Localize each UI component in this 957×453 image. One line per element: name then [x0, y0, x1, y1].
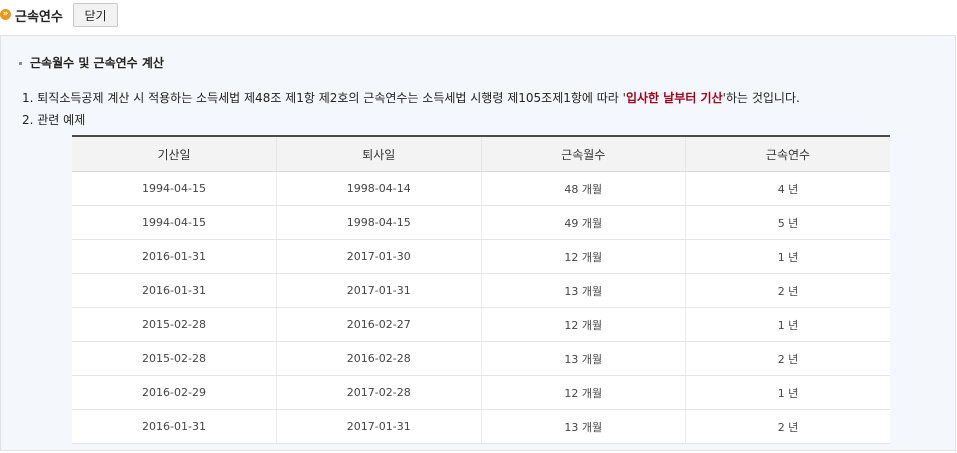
table-row: 2016-01-31 2017-01-30 12 개월 1 년: [72, 239, 890, 274]
table-row: 1994-04-15 1998-04-15 49 개월 5 년: [72, 205, 890, 240]
column-header-start-date: 기산일: [72, 135, 277, 172]
cell-months: 13 개월: [480, 341, 686, 376]
cell-start-date: 2015-02-28: [72, 341, 277, 376]
cell-years: 2 년: [685, 273, 890, 308]
cell-start-date: 1994-04-15: [72, 205, 277, 240]
section-title: 근속월수 및 근속연수 계산: [19, 54, 164, 71]
cell-years: 4 년: [685, 171, 890, 206]
table-row: 2016-02-29 2017-02-28 12 개월 1 년: [72, 375, 890, 410]
cell-end-date: 2017-01-31: [276, 409, 481, 444]
example-table: 기산일 퇴사일 근속월수 근속연수 1994-04-15 1998-04-14 …: [72, 135, 890, 444]
cell-end-date: 2017-01-31: [276, 273, 481, 308]
cell-months: 13 개월: [480, 409, 686, 444]
cell-start-date: 2016-01-31: [72, 409, 277, 444]
section-title-text: 근속월수 및 근속연수 계산: [30, 56, 164, 70]
double-chevron-right-icon: »: [0, 9, 11, 20]
description-line-2: 2. 관련 예제: [22, 113, 86, 127]
cell-start-date: 2016-01-31: [72, 273, 277, 308]
description-line-1: 1. 퇴직소득공제 계산 시 적용하는 소득세법 제48조 제1항 제2호의 근…: [22, 89, 800, 106]
column-header-years: 근속연수: [685, 135, 890, 172]
cell-end-date: 2017-01-30: [276, 239, 481, 274]
cell-months: 13 개월: [480, 273, 686, 308]
cell-months: 12 개월: [480, 375, 686, 410]
cell-months: 12 개월: [480, 307, 686, 342]
table-header-row: 기산일 퇴사일 근속월수 근속연수: [72, 135, 890, 172]
top-bar: » 근속연수 닫기: [0, 0, 957, 34]
description-text-end: '하는 것입니다.: [722, 91, 800, 105]
close-button[interactable]: 닫기: [73, 3, 118, 27]
cell-months: 49 개월: [480, 205, 686, 240]
description-text: 1. 퇴직소득공제 계산 시 적용하는 소득세법 제48조 제1항 제2호의 근…: [22, 91, 626, 105]
content-panel: 근속월수 및 근속연수 계산 1. 퇴직소득공제 계산 시 적용하는 소득세법 …: [0, 35, 956, 451]
table-row: 2015-02-28 2016-02-28 13 개월 2 년: [72, 341, 890, 376]
cell-end-date: 1998-04-15: [276, 205, 481, 240]
page-title: 근속연수: [15, 10, 63, 25]
cell-start-date: 2015-02-28: [72, 307, 277, 342]
cell-end-date: 2017-02-28: [276, 375, 481, 410]
cell-end-date: 2016-02-27: [276, 307, 481, 342]
column-header-end-date: 퇴사일: [276, 135, 481, 172]
highlight-text: 입사한 날부터 기산: [625, 91, 723, 105]
table-row: 2015-02-28 2016-02-27 12 개월 1 년: [72, 307, 890, 342]
cell-months: 48 개월: [480, 171, 686, 206]
bullet-icon: [19, 62, 22, 65]
cell-start-date: 2016-01-31: [72, 239, 277, 274]
table-row: 2016-01-31 2017-01-31 13 개월 2 년: [72, 409, 890, 444]
cell-years: 1 년: [685, 307, 890, 342]
cell-start-date: 2016-02-29: [72, 375, 277, 410]
cell-end-date: 2016-02-28: [276, 341, 481, 376]
cell-years: 1 년: [685, 375, 890, 410]
table-row: 1994-04-15 1998-04-14 48 개월 4 년: [72, 171, 890, 206]
cell-years: 2 년: [685, 409, 890, 444]
cell-end-date: 1998-04-14: [276, 171, 481, 206]
cell-years: 2 년: [685, 341, 890, 376]
column-header-months: 근속월수: [480, 135, 686, 172]
cell-months: 12 개월: [480, 239, 686, 274]
cell-years: 1 년: [685, 239, 890, 274]
cell-years: 5 년: [685, 205, 890, 240]
table-row: 2016-01-31 2017-01-31 13 개월 2 년: [72, 273, 890, 308]
cell-start-date: 1994-04-15: [72, 171, 277, 206]
